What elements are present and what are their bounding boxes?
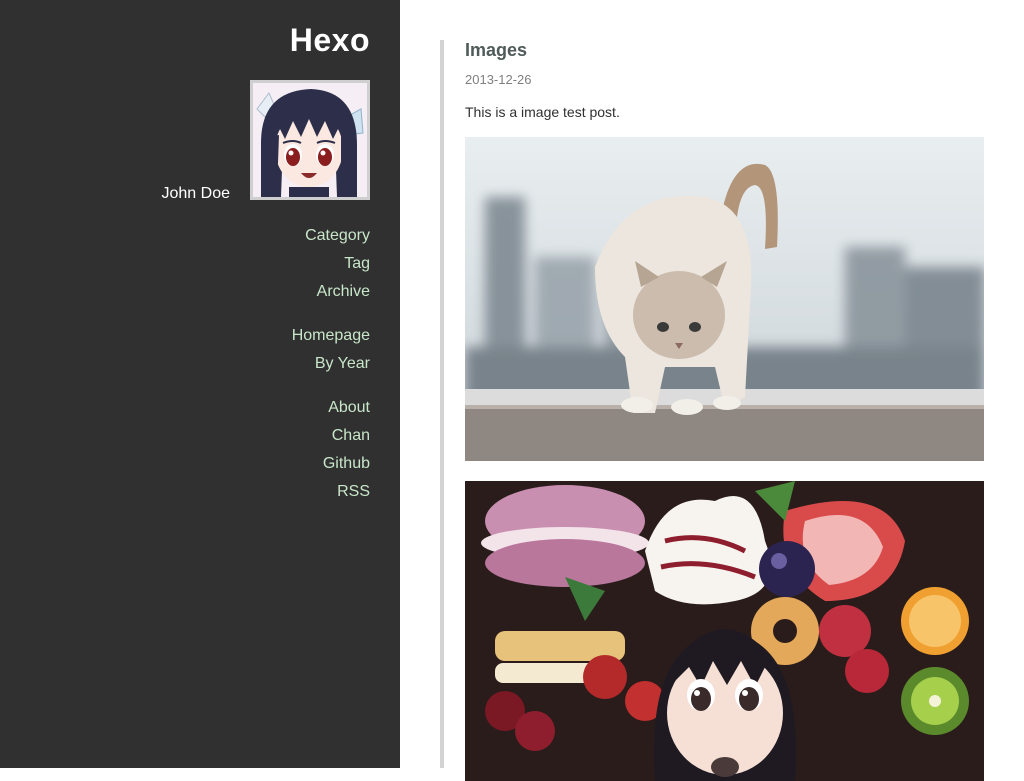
sidebar: Hexo John Doe Category Tag Archive Homep… [0, 0, 400, 768]
post-date: 2013-12-26 [465, 72, 532, 87]
cat-photo [465, 137, 984, 461]
nav-link-homepage[interactable]: Homepage [292, 322, 370, 350]
nav-group-browse: Homepage By Year [292, 322, 370, 378]
nav-link-chan[interactable]: Chan [292, 422, 370, 450]
post-title-link[interactable]: Images [465, 40, 527, 61]
nav-link-rss[interactable]: RSS [292, 478, 370, 506]
nav-link-category[interactable]: Category [292, 222, 370, 250]
dessert-illustration [465, 481, 984, 781]
nav-link-about[interactable]: About [292, 394, 370, 422]
nav-group-taxonomy: Category Tag Archive [292, 222, 370, 306]
nav-link-github[interactable]: Github [292, 450, 370, 478]
sidebar-nav: Category Tag Archive Homepage By Year Ab… [292, 222, 370, 522]
post-article: Images 2013-12-26 This is a image test p… [440, 40, 984, 781]
post-body-text: This is a image test post. [465, 104, 620, 120]
nav-link-by-year[interactable]: By Year [292, 350, 370, 378]
nav-link-tag[interactable]: Tag [292, 250, 370, 278]
nav-link-archive[interactable]: Archive [292, 278, 370, 306]
author-name: John Doe [161, 185, 231, 202]
author-avatar [250, 80, 370, 200]
avatar-illustration [253, 83, 367, 197]
nav-group-external: About Chan Github RSS [292, 394, 370, 506]
site-title-link[interactable]: Hexo [290, 22, 370, 59]
cat-photo-illustration [465, 137, 984, 461]
dessert-art [465, 481, 984, 781]
